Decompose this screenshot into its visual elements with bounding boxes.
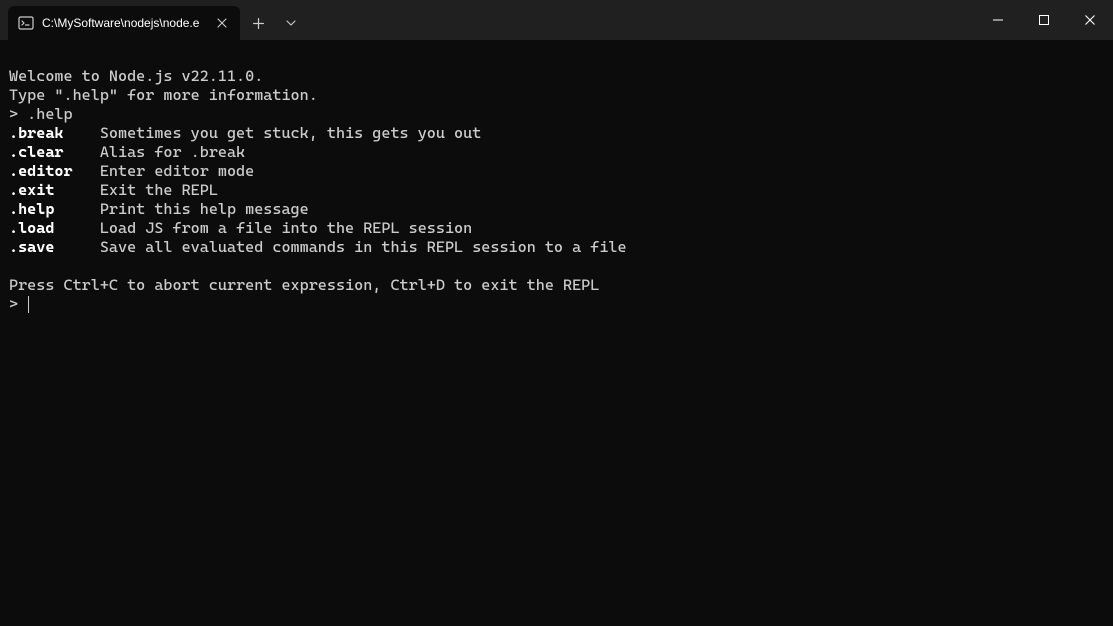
prompt: > — [9, 295, 27, 313]
help-exit-desc: Exit the REPL — [54, 181, 217, 199]
terminal-icon — [18, 15, 34, 31]
help-clear-desc: Alias for .break — [64, 143, 246, 161]
tab-close-button[interactable] — [214, 15, 230, 31]
help-break-cmd: .break — [9, 124, 64, 142]
tab-dropdown-button[interactable] — [276, 6, 306, 40]
welcome-line: Welcome to Node.js v22.11.0. — [9, 67, 263, 85]
help-clear-cmd: .clear — [9, 143, 64, 161]
help-save-desc: Save all evaluated commands in this REPL… — [54, 238, 626, 256]
active-tab[interactable]: C:\MySoftware\nodejs\node.e — [8, 6, 240, 40]
help-load-cmd: .load — [9, 219, 54, 237]
help-editor-desc: Enter editor mode — [73, 162, 255, 180]
footer-line: Press Ctrl+C to abort current expression… — [9, 276, 599, 294]
minimize-button[interactable] — [975, 0, 1021, 40]
help-help-cmd: .help — [9, 200, 54, 218]
titlebar: C:\MySoftware\nodejs\node.e — [0, 0, 1113, 40]
cursor — [28, 296, 29, 313]
help-help-desc: Print this help message — [54, 200, 308, 218]
close-window-button[interactable] — [1067, 0, 1113, 40]
titlebar-drag-area[interactable] — [306, 0, 975, 40]
entered-command: .help — [27, 105, 72, 123]
help-exit-cmd: .exit — [9, 181, 54, 199]
maximize-button[interactable] — [1021, 0, 1067, 40]
help-save-cmd: .save — [9, 238, 54, 256]
hint-line: Type ".help" for more information. — [9, 86, 318, 104]
help-break-desc: Sometimes you get stuck, this gets you o… — [64, 124, 482, 142]
help-load-desc: Load JS from a file into the REPL sessio… — [54, 219, 472, 237]
prompt: > — [9, 105, 27, 123]
tab-title: C:\MySoftware\nodejs\node.e — [42, 16, 206, 30]
help-editor-cmd: .editor — [9, 162, 73, 180]
new-tab-button[interactable] — [240, 6, 276, 40]
terminal-output[interactable]: Welcome to Node.js v22.11.0. Type ".help… — [0, 40, 1113, 322]
window-controls — [975, 0, 1113, 40]
